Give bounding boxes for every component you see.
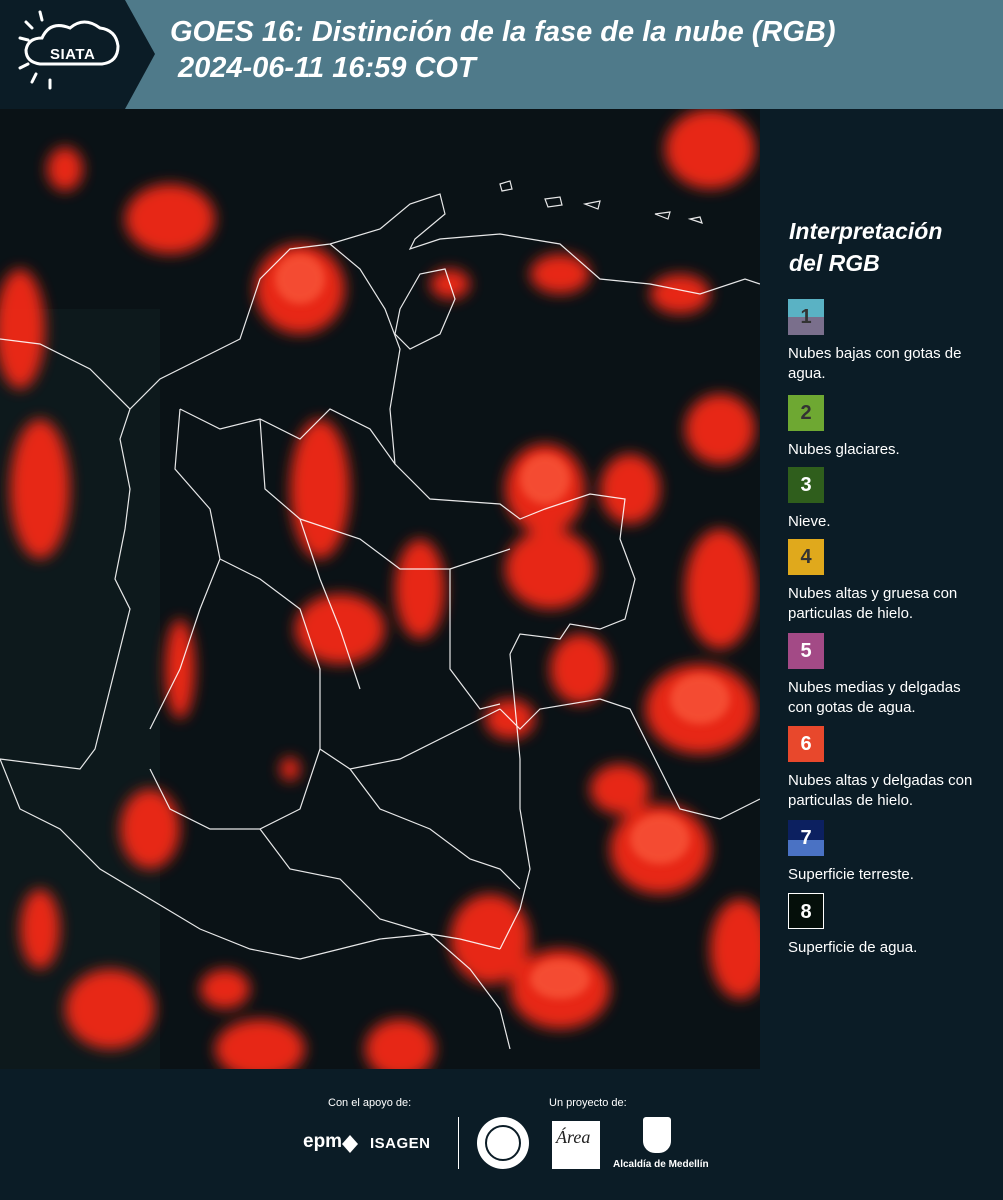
page-title: GOES 16: Distinción de la fase de la nub…: [170, 14, 836, 86]
epm-logo: epm: [303, 1131, 343, 1152]
legend-label-1: Nubes bajas con gotas de agua.: [788, 345, 962, 382]
legend-label-6: Nubes altas y delgadas con particulas de…: [788, 772, 973, 809]
alcaldia-shield-icon: [643, 1117, 671, 1153]
legend-swatch-5: 5: [788, 633, 824, 669]
legend-swatch-6: 6: [788, 726, 824, 762]
legend-sidebar: Interpretación del RGB 1 Nubes bajas con…: [760, 109, 1003, 1069]
project-label: Un proyecto de:: [549, 1097, 627, 1109]
legend-label-3: Nieve.: [788, 513, 831, 530]
legend-swatch-7: 7: [788, 820, 824, 856]
legend-title: Interpretación del RGB: [789, 215, 942, 279]
legend-swatch-8: 8: [788, 893, 824, 929]
amva-logo-text: Área: [556, 1127, 591, 1147]
area-metropolitana-logo: Área: [552, 1121, 600, 1169]
legend-swatch-4: 4: [788, 539, 824, 575]
alcaldia-label: Alcaldía de Medellín: [613, 1159, 709, 1170]
legend-swatch-2: 2: [788, 395, 824, 431]
support-label: Con el apoyo de:: [328, 1097, 412, 1109]
legend-label-4: Nubes altas y gruesa con particulas de h…: [788, 585, 958, 622]
siata-logo-text: SIATA: [50, 46, 96, 63]
footer-divider: [458, 1117, 459, 1169]
siata-logo: SIATA: [0, 0, 155, 109]
header-bar: SIATA GOES 16: Distinción de la fase de …: [0, 0, 1003, 109]
legend-label-5: Nubes medias y delgadas con gotas de agu…: [788, 679, 961, 716]
legend-swatch-3: 3: [788, 467, 824, 503]
legend-swatch-1: 1: [788, 299, 824, 335]
legend-title-line-2: del RGB: [789, 250, 880, 276]
title-line-1: GOES 16: Distinción de la fase de la nub…: [170, 16, 836, 48]
title-line-2: 2024-06-11 16:59 COT: [178, 52, 476, 84]
gobernacion-seal-icon: [477, 1117, 529, 1169]
legend-title-line-1: Interpretación: [789, 218, 943, 244]
satellite-map: [0, 109, 760, 1069]
legend-label-8: Superficie de agua.: [788, 939, 918, 956]
isagen-icon: [342, 1135, 358, 1153]
footer: Con el apoyo de: Un proyecto de: epm ISA…: [0, 1069, 1003, 1200]
legend-label-2: Nubes glaciares.: [788, 441, 900, 458]
legend-label-7: Superficie terreste.: [788, 866, 914, 883]
isagen-logo: ISAGEN: [370, 1135, 431, 1152]
